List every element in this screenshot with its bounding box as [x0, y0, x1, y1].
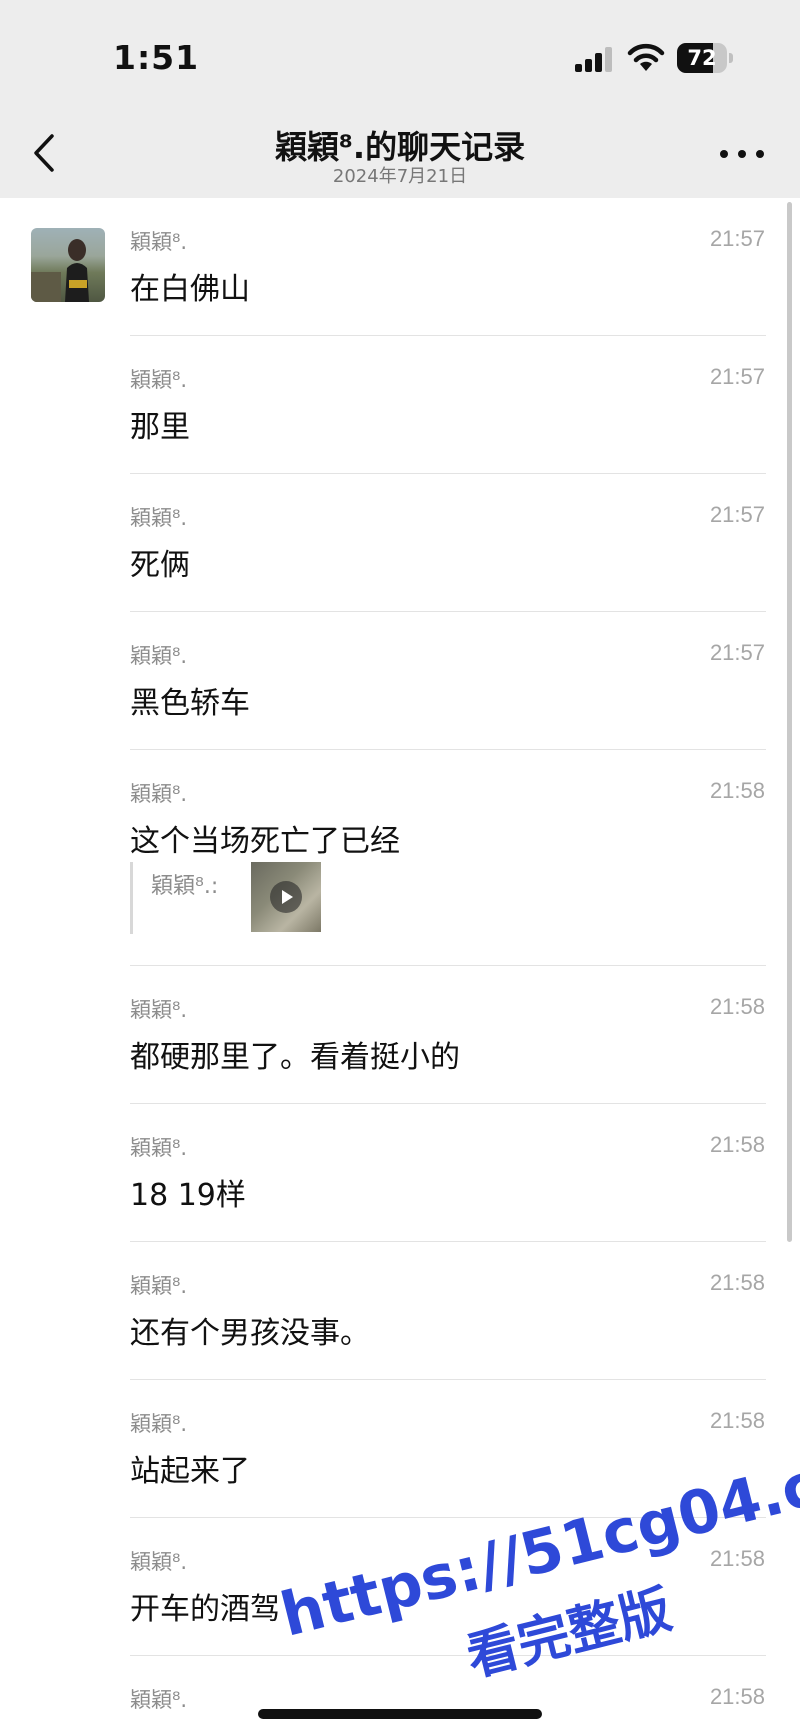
quoted-message[interactable]: 穎穎⁸.: [130, 862, 321, 934]
wifi-icon [627, 43, 665, 71]
more-options-button[interactable] [718, 138, 766, 168]
status-bar: 1:51 72 [0, 0, 800, 110]
message-time: 21:58 [709, 778, 765, 803]
message-text: 那里 [130, 410, 190, 445]
list-item[interactable]: 穎穎⁸. 21:57 黑色轿车 [0, 612, 800, 750]
message-text: 黑色轿车 [130, 686, 250, 721]
sender-name: 穎穎⁸. [130, 506, 188, 530]
list-item[interactable]: 穎穎⁸. 21:57 那里 [0, 336, 800, 474]
scrollbar[interactable] [787, 202, 792, 1242]
page-subtitle: 2024年7月21日 [332, 166, 468, 187]
home-indicator[interactable] [258, 1709, 542, 1719]
list-item[interactable]: 穎穎⁸. 21:57 死俩 [0, 474, 800, 612]
sender-name: 穎穎⁸. [130, 1274, 188, 1298]
message-time: 21:58 [709, 1684, 765, 1709]
message-text: 还有个男孩没事。 [130, 1316, 370, 1351]
more-dots-icon [720, 150, 728, 158]
chat-record-list[interactable]: 穎穎⁸. 21:57 在白佛山 穎穎⁸. 21:57 那里 穎穎⁸. 21:57… [0, 198, 800, 1736]
list-item[interactable]: 穎穎⁸. 21:58 都硬那里了。看着挺小的 [0, 966, 800, 1104]
sender-name: 穎穎⁸. [130, 998, 188, 1022]
message-time: 21:58 [709, 1546, 765, 1571]
cellular-signal-icon [575, 47, 612, 72]
message-text: 死俩 [130, 548, 190, 583]
message-text: 站起来了 [130, 1454, 250, 1489]
sender-name: 穎穎⁸. [130, 782, 188, 806]
sender-name: 穎穎⁸. [130, 1412, 188, 1436]
message-time: 21:58 [709, 994, 765, 1019]
sender-name: 穎穎⁸. [130, 644, 188, 668]
sender-name: 穎穎⁸. [130, 230, 188, 254]
list-item[interactable]: 穎穎⁸. 21:58 18 19样 [0, 1104, 800, 1242]
sender-name: 穎穎⁸. [130, 1136, 188, 1160]
play-icon[interactable] [270, 881, 302, 913]
message-time: 21:57 [709, 502, 765, 527]
message-text: 18 19样 [130, 1178, 246, 1213]
message-text: 这个当场死亡了已经 [130, 824, 400, 859]
message-time: 21:57 [709, 226, 765, 251]
message-time: 21:57 [709, 364, 765, 389]
sender-name: 穎穎⁸. [130, 1688, 188, 1712]
list-item[interactable]: 穎穎⁸. 21:57 在白佛山 [0, 198, 800, 336]
nav-bar: 穎穎⁸.的聊天记录 2024年7月21日 [0, 110, 800, 198]
list-item[interactable]: 穎穎⁸. 21:58 [0, 1656, 800, 1736]
message-time: 21:58 [709, 1270, 765, 1295]
sender-name: 穎穎⁸. [130, 1550, 188, 1574]
list-item[interactable]: 穎穎⁸. 21:58 这个当场死亡了已经 穎穎⁸.: [0, 750, 800, 966]
message-time: 21:58 [709, 1408, 765, 1433]
video-thumbnail[interactable] [251, 862, 321, 932]
list-item[interactable]: 穎穎⁸. 21:58 开车的酒驾 [0, 1518, 800, 1656]
message-text: 开车的酒驾 [130, 1592, 280, 1627]
sender-name: 穎穎⁸. [130, 368, 188, 392]
battery-icon: 72 [677, 43, 733, 73]
list-item[interactable]: 穎穎⁸. 21:58 还有个男孩没事。 [0, 1242, 800, 1380]
battery-level: 72 [687, 46, 717, 70]
message-text: 都硬那里了。看着挺小的 [130, 1040, 460, 1075]
status-time: 1:51 [113, 38, 200, 77]
message-time: 21:57 [709, 640, 765, 665]
list-item[interactable]: 穎穎⁸. 21:58 站起来了 [0, 1380, 800, 1518]
message-text: 在白佛山 [130, 272, 250, 307]
quote-sender: 穎穎⁸.: [151, 874, 219, 899]
message-time: 21:58 [709, 1132, 765, 1157]
